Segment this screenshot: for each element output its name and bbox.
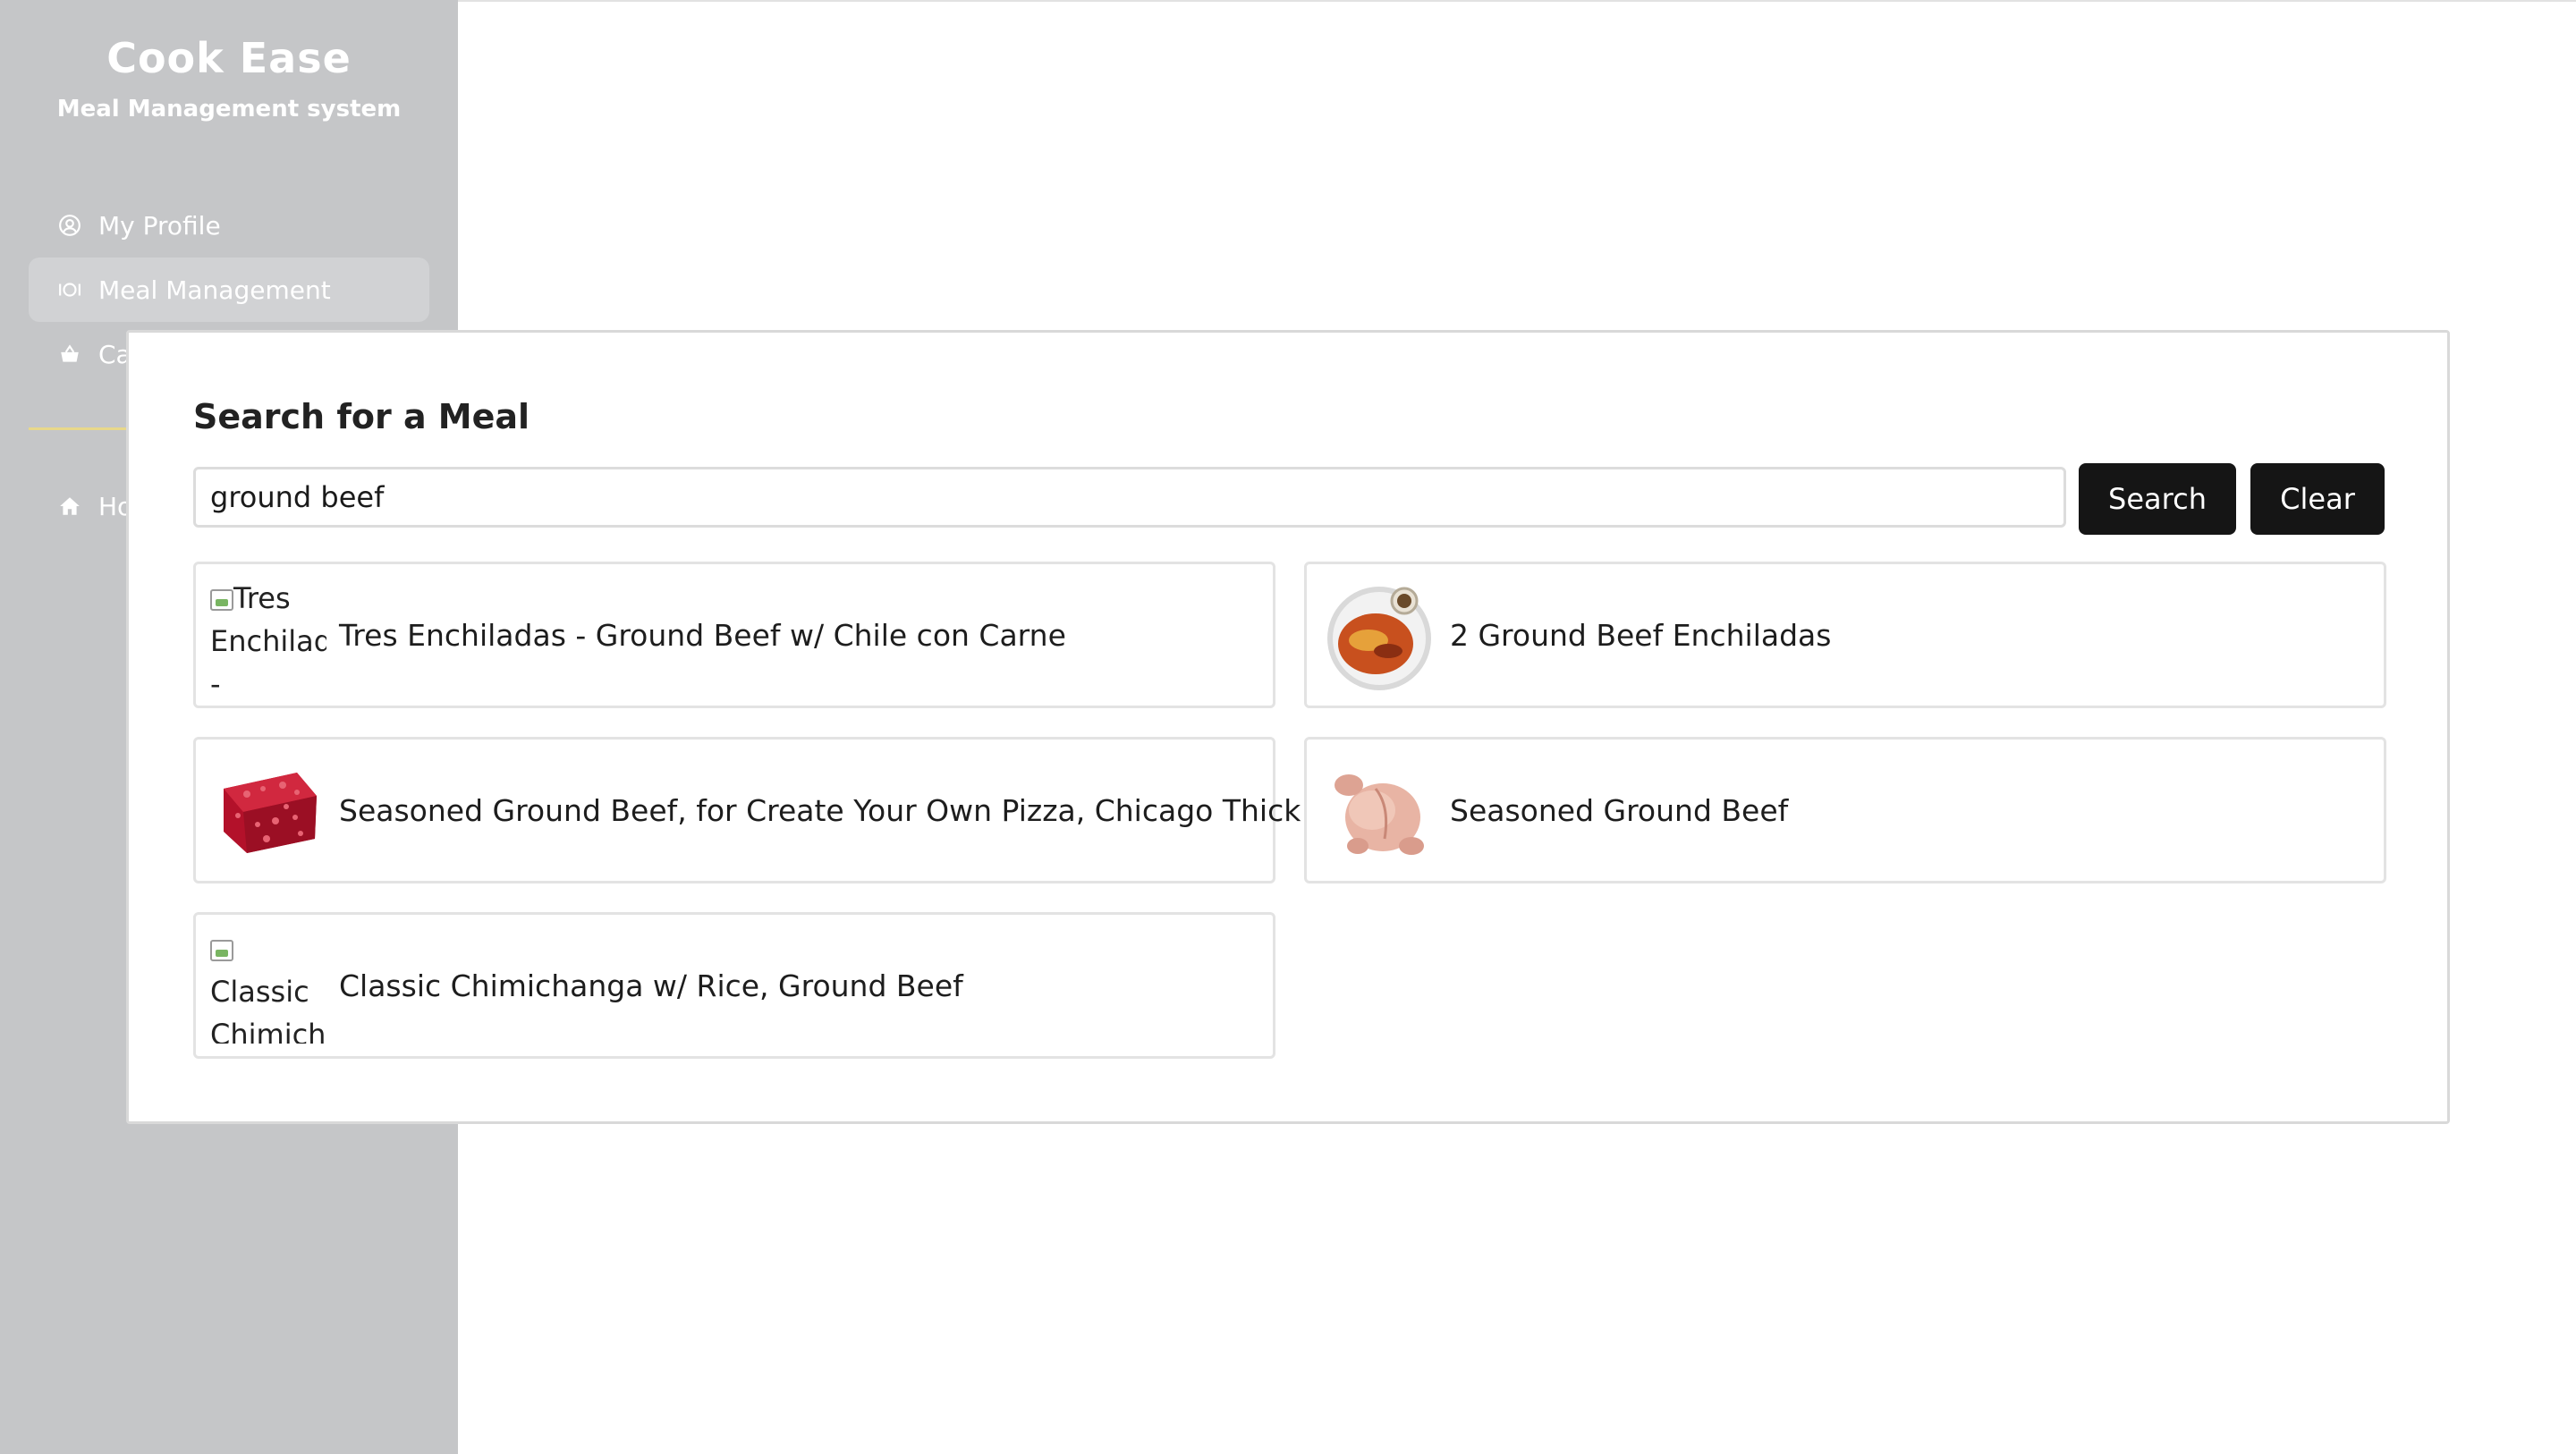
- sidebar-item-label: Meal Management: [98, 275, 331, 305]
- sidebar-item-meal-management[interactable]: Meal Management: [29, 258, 429, 322]
- brand: Cook Ease Meal Management system: [0, 27, 458, 127]
- home-icon: [57, 494, 82, 519]
- basket-icon: [57, 342, 82, 367]
- broken-image-glyph: [210, 589, 233, 611]
- sidebar-item-label: My Profile: [98, 210, 221, 241]
- ground-beef-image: [210, 752, 326, 868]
- meal-search-modal: Search for a Meal Search Clear Tres Ench…: [126, 330, 2450, 1124]
- raw-chicken-image: [1321, 752, 1437, 868]
- meal-result-item[interactable]: Tres Enchiladas - Tres Enchiladas - Grou…: [193, 562, 1275, 708]
- meal-result-label: Seasoned Ground Beef, for Create Your Ow…: [339, 792, 1301, 828]
- broken-image-icon: Tres Enchiladas -: [210, 577, 326, 693]
- plate-icon: [57, 277, 82, 302]
- search-input[interactable]: [193, 467, 2066, 528]
- meal-result-item[interactable]: 2 Ground Beef Enchiladas: [1304, 562, 2386, 708]
- clear-button[interactable]: Clear: [2250, 463, 2385, 535]
- meal-result-label: 2 Ground Beef Enchiladas: [1450, 617, 1832, 653]
- brand-subtitle: Meal Management system: [56, 96, 402, 123]
- brand-title: Cook Ease: [106, 34, 352, 82]
- broken-image-glyph: [210, 940, 233, 961]
- meal-result-item[interactable]: Classic Chimichanga Classic Chimichanga …: [193, 912, 1275, 1059]
- meal-result-label: Seasoned Ground Beef: [1450, 792, 1789, 828]
- search-button[interactable]: Search: [2079, 463, 2236, 535]
- sidebar-item-my-profile[interactable]: My Profile: [29, 193, 429, 258]
- meal-result-item[interactable]: Seasoned Ground Beef: [1304, 737, 2386, 883]
- broken-image-icon: Classic Chimichanga: [210, 927, 326, 1044]
- image-alt-text: Classic Chimichanga: [210, 975, 326, 1044]
- meal-result-label: Classic Chimichanga w/ Rice, Ground Beef: [339, 968, 963, 1003]
- modal-title: Search for a Meal: [193, 397, 530, 436]
- user-circle-icon: [57, 213, 82, 238]
- enchiladas-plate-image: [1321, 577, 1437, 693]
- meal-result-item[interactable]: Seasoned Ground Beef, for Create Your Ow…: [193, 737, 1301, 883]
- meal-result-label: Tres Enchiladas - Ground Beef w/ Chile c…: [339, 617, 1066, 653]
